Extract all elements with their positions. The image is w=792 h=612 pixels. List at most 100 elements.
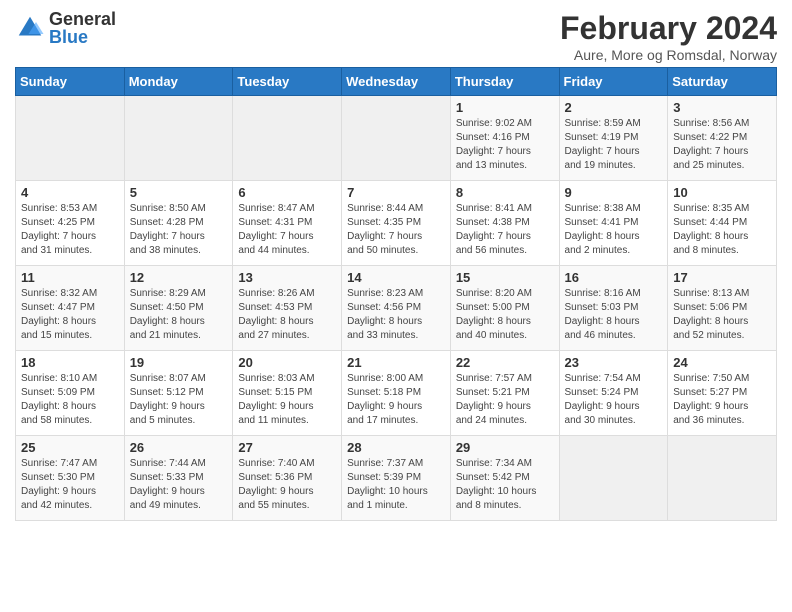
calendar-cell: 3 Sunrise: 8:56 AM Sunset: 4:22 PM Daylig…	[668, 96, 777, 181]
calendar-cell: 7 Sunrise: 8:44 AM Sunset: 4:35 PM Daylig…	[342, 181, 451, 266]
day-info: Sunrise: 8:00 AM Sunset: 5:18 PM Dayligh…	[347, 372, 445, 428]
day-info: Sunrise: 8:13 AM Sunset: 5:06 PM Dayligh…	[673, 287, 771, 343]
calendar-cell: 2 Sunrise: 8:59 AM Sunset: 4:19 PM Daylig…	[559, 96, 668, 181]
subtitle: Aure, More og Romsdal, Norway	[560, 47, 777, 63]
day-number: 7	[347, 185, 445, 200]
week-row-1: 1 Sunrise: 9:02 AM Sunset: 4:16 PM Daylig…	[16, 96, 777, 181]
logo-blue: Blue	[49, 28, 116, 46]
week-row-4: 18Sunrise: 8:10 AM Sunset: 5:09 PM Dayli…	[16, 351, 777, 436]
day-number: 10	[673, 185, 771, 200]
day-number: 28	[347, 440, 445, 455]
week-row-5: 25 Sunrise: 7:47 AM Sunset: 5:30 PM Dayli…	[16, 436, 777, 521]
day-number: 11	[21, 270, 119, 285]
header-cell-thursday: Thursday	[450, 68, 559, 96]
day-number: 4	[21, 185, 119, 200]
header-cell-sunday: Sunday	[16, 68, 125, 96]
header-cell-friday: Friday	[559, 68, 668, 96]
day-number: 15	[456, 270, 554, 285]
day-info: Sunrise: 8:35 AM Sunset: 4:44 PM Dayligh…	[673, 202, 771, 258]
day-info: Sunrise: 8:41 AM Sunset: 4:38 PM Dayligh…	[456, 202, 554, 258]
calendar-cell: 15 Sunrise: 8:20 AM Sunset: 5:00 PM Dayli…	[450, 266, 559, 351]
day-info: Sunrise: 8:29 AM Sunset: 4:50 PM Dayligh…	[130, 287, 228, 343]
day-info: Sunrise: 8:03 AM Sunset: 5:15 PM Dayligh…	[238, 372, 336, 428]
day-number: 6	[238, 185, 336, 200]
day-info: Sunrise: 7:40 AM Sunset: 5:36 PM Dayligh…	[238, 457, 336, 513]
header: General Blue February 2024 Aure, More og…	[15, 10, 777, 63]
day-number: 22	[456, 355, 554, 370]
calendar-cell: 13Sunrise: 8:26 AM Sunset: 4:53 PM Dayli…	[233, 266, 342, 351]
calendar-cell: 21Sunrise: 8:00 AM Sunset: 5:18 PM Dayli…	[342, 351, 451, 436]
calendar-cell: 5Sunrise: 8:50 AM Sunset: 4:28 PM Daylig…	[124, 181, 233, 266]
calendar-cell: 22 Sunrise: 7:57 AM Sunset: 5:21 PM Dayli…	[450, 351, 559, 436]
day-number: 2	[565, 100, 663, 115]
day-number: 14	[347, 270, 445, 285]
day-number: 19	[130, 355, 228, 370]
calendar-cell	[342, 96, 451, 181]
day-info: Sunrise: 8:20 AM Sunset: 5:00 PM Dayligh…	[456, 287, 554, 343]
calendar-cell: 8 Sunrise: 8:41 AM Sunset: 4:38 PM Daylig…	[450, 181, 559, 266]
calendar-cell: 4 Sunrise: 8:53 AM Sunset: 4:25 PM Daylig…	[16, 181, 125, 266]
day-number: 12	[130, 270, 228, 285]
day-number: 8	[456, 185, 554, 200]
logo-text: General Blue	[49, 10, 116, 46]
day-info: Sunrise: 7:54 AM Sunset: 5:24 PM Dayligh…	[565, 372, 663, 428]
day-number: 1	[456, 100, 554, 115]
day-info: Sunrise: 8:44 AM Sunset: 4:35 PM Dayligh…	[347, 202, 445, 258]
day-number: 24	[673, 355, 771, 370]
logo: General Blue	[15, 10, 116, 46]
calendar-cell: 6 Sunrise: 8:47 AM Sunset: 4:31 PM Daylig…	[233, 181, 342, 266]
week-row-3: 11 Sunrise: 8:32 AM Sunset: 4:47 PM Dayli…	[16, 266, 777, 351]
calendar-cell: 18Sunrise: 8:10 AM Sunset: 5:09 PM Dayli…	[16, 351, 125, 436]
day-info: Sunrise: 8:56 AM Sunset: 4:22 PM Dayligh…	[673, 117, 771, 173]
calendar-cell: 1 Sunrise: 9:02 AM Sunset: 4:16 PM Daylig…	[450, 96, 559, 181]
day-number: 3	[673, 100, 771, 115]
day-number: 5	[130, 185, 228, 200]
calendar-cell: 12 Sunrise: 8:29 AM Sunset: 4:50 PM Dayli…	[124, 266, 233, 351]
day-info: Sunrise: 8:16 AM Sunset: 5:03 PM Dayligh…	[565, 287, 663, 343]
calendar-header: SundayMondayTuesdayWednesdayThursdayFrid…	[16, 68, 777, 96]
day-info: Sunrise: 8:47 AM Sunset: 4:31 PM Dayligh…	[238, 202, 336, 258]
day-number: 9	[565, 185, 663, 200]
calendar-cell: 23 Sunrise: 7:54 AM Sunset: 5:24 PM Dayli…	[559, 351, 668, 436]
main-title: February 2024	[560, 10, 777, 47]
day-number: 27	[238, 440, 336, 455]
day-number: 16	[565, 270, 663, 285]
day-number: 18	[21, 355, 119, 370]
header-row: SundayMondayTuesdayWednesdayThursdayFrid…	[16, 68, 777, 96]
calendar-cell	[124, 96, 233, 181]
day-info: Sunrise: 8:38 AM Sunset: 4:41 PM Dayligh…	[565, 202, 663, 258]
day-info: Sunrise: 7:44 AM Sunset: 5:33 PM Dayligh…	[130, 457, 228, 513]
calendar-body: 1 Sunrise: 9:02 AM Sunset: 4:16 PM Daylig…	[16, 96, 777, 521]
day-number: 23	[565, 355, 663, 370]
calendar-cell: 19 Sunrise: 8:07 AM Sunset: 5:12 PM Dayli…	[124, 351, 233, 436]
day-info: Sunrise: 7:50 AM Sunset: 5:27 PM Dayligh…	[673, 372, 771, 428]
logo-general: General	[49, 10, 116, 28]
day-info: Sunrise: 8:53 AM Sunset: 4:25 PM Dayligh…	[21, 202, 119, 258]
day-number: 25	[21, 440, 119, 455]
calendar-cell: 11 Sunrise: 8:32 AM Sunset: 4:47 PM Dayli…	[16, 266, 125, 351]
day-info: Sunrise: 7:57 AM Sunset: 5:21 PM Dayligh…	[456, 372, 554, 428]
header-cell-monday: Monday	[124, 68, 233, 96]
header-cell-wednesday: Wednesday	[342, 68, 451, 96]
calendar-cell: 10 Sunrise: 8:35 AM Sunset: 4:44 PM Dayli…	[668, 181, 777, 266]
calendar-cell: 9 Sunrise: 8:38 AM Sunset: 4:41 PM Daylig…	[559, 181, 668, 266]
calendar-cell	[16, 96, 125, 181]
calendar-cell: 17Sunrise: 8:13 AM Sunset: 5:06 PM Dayli…	[668, 266, 777, 351]
day-info: Sunrise: 7:47 AM Sunset: 5:30 PM Dayligh…	[21, 457, 119, 513]
calendar-cell	[668, 436, 777, 521]
day-info: Sunrise: 9:02 AM Sunset: 4:16 PM Dayligh…	[456, 117, 554, 173]
calendar-cell: 25 Sunrise: 7:47 AM Sunset: 5:30 PM Dayli…	[16, 436, 125, 521]
calendar-cell: 27 Sunrise: 7:40 AM Sunset: 5:36 PM Dayli…	[233, 436, 342, 521]
calendar-table: SundayMondayTuesdayWednesdayThursdayFrid…	[15, 67, 777, 521]
calendar-cell: 24 Sunrise: 7:50 AM Sunset: 5:27 PM Dayli…	[668, 351, 777, 436]
header-cell-tuesday: Tuesday	[233, 68, 342, 96]
day-number: 13	[238, 270, 336, 285]
calendar-cell: 20Sunrise: 8:03 AM Sunset: 5:15 PM Dayli…	[233, 351, 342, 436]
day-info: Sunrise: 8:32 AM Sunset: 4:47 PM Dayligh…	[21, 287, 119, 343]
day-info: Sunrise: 8:07 AM Sunset: 5:12 PM Dayligh…	[130, 372, 228, 428]
calendar-cell: 29Sunrise: 7:34 AM Sunset: 5:42 PM Dayli…	[450, 436, 559, 521]
calendar-cell	[559, 436, 668, 521]
day-info: Sunrise: 7:34 AM Sunset: 5:42 PM Dayligh…	[456, 457, 554, 513]
day-info: Sunrise: 8:59 AM Sunset: 4:19 PM Dayligh…	[565, 117, 663, 173]
week-row-2: 4 Sunrise: 8:53 AM Sunset: 4:25 PM Daylig…	[16, 181, 777, 266]
